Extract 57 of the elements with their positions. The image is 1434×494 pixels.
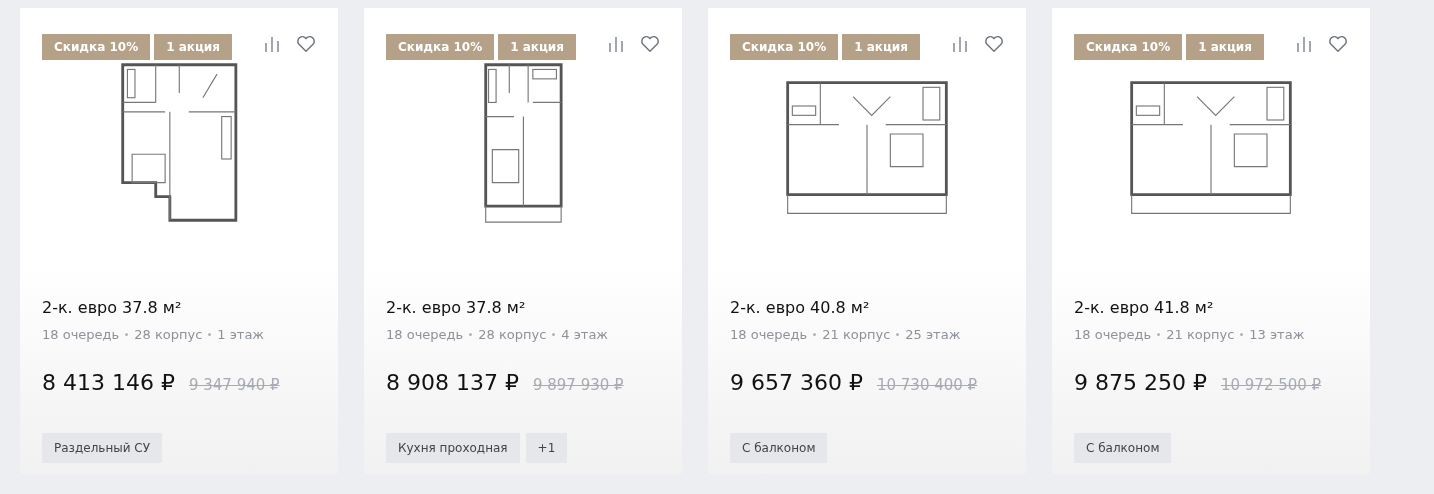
meta-text: 4 этаж	[561, 327, 609, 342]
separator-dot	[552, 333, 556, 336]
meta-text: 25 этаж	[905, 327, 961, 342]
meta-text: 28 корпус	[134, 327, 203, 342]
separator-dot	[208, 333, 212, 336]
compare-icon[interactable]	[262, 34, 282, 54]
old-price: 10 730 400 ₽	[876, 376, 978, 394]
promo-badge: Скидка 10%	[1074, 34, 1183, 60]
feature-tag: Раздельный СУ	[42, 433, 163, 463]
price: 9 875 250 ₽	[1074, 370, 1207, 395]
feature-tag: С балконом	[1074, 433, 1172, 463]
separator-dot	[1157, 333, 1161, 336]
heart-icon[interactable]	[296, 34, 316, 54]
meta-text: 28 корпус	[478, 327, 547, 342]
promo-badge: Скидка 10%	[386, 34, 495, 60]
promo-badge: 1 акция	[498, 34, 576, 60]
promo-badge: Скидка 10%	[730, 34, 839, 60]
apartment-title: 2-к. евро 41.8 м²	[1074, 298, 1215, 317]
meta-text: 21 корпус	[1166, 327, 1235, 342]
price: 9 657 360 ₽	[730, 370, 863, 395]
separator-dot	[469, 333, 473, 336]
promo-badge: 1 акция	[842, 34, 920, 60]
feature-tag: +1	[525, 433, 568, 463]
price: 8 413 146 ₽	[42, 370, 175, 395]
heart-icon[interactable]	[640, 34, 660, 54]
meta-text: 18 очередь	[730, 327, 808, 342]
meta-text: 21 корпус	[822, 327, 891, 342]
price: 8 908 137 ₽	[386, 370, 519, 395]
promo-badge: Скидка 10%	[42, 34, 151, 60]
apartment-title: 2-к. евро 40.8 м²	[730, 298, 871, 317]
separator-dot	[125, 333, 129, 336]
promo-badge: 1 акция	[154, 34, 232, 60]
listing-card[interactable]: Скидка 10% 1 акция 2-к. евро 37.8 м² 18 очередь 28 корпус 4 этаж 8 908 137 ₽ 9 897 930 ₽ Кухня проходная +1	[364, 8, 682, 474]
old-price: 9 347 940 ₽	[188, 376, 280, 394]
separator-dot	[1240, 333, 1244, 336]
heart-icon[interactable]	[1328, 34, 1348, 54]
separator-dot	[896, 333, 900, 336]
separator-dot	[813, 333, 817, 336]
feature-tag: Кухня проходная	[386, 433, 520, 463]
compare-icon[interactable]	[950, 34, 970, 54]
meta-text: 18 очередь	[1074, 327, 1152, 342]
heart-icon[interactable]	[984, 34, 1004, 54]
listing-card[interactable]: Скидка 10% 1 акция 2-к. евро 37.8 м² 18 очередь 28 корпус 1 этаж 8 413 146 ₽ 9 347 940 ₽ Раздельный СУ	[20, 8, 338, 474]
old-price: 10 972 500 ₽	[1220, 376, 1322, 394]
compare-icon[interactable]	[606, 34, 626, 54]
apartment-title: 2-к. евро 37.8 м²	[386, 298, 527, 317]
listing-card[interactable]: Скидка 10% 1 акция 2-к. евро 40.8 м² 18 очередь 21 корпус 25 этаж 9 657 360 ₽ 10 730 400 ₽ С балконом	[708, 8, 1026, 474]
meta-text: 13 этаж	[1249, 327, 1305, 342]
listing-card[interactable]: Скидка 10% 1 акция 2-к. евро 41.8 м² 18 очередь 21 корпус 13 этаж 9 875 250 ₽ 10 972 500 ₽ С балконом	[1052, 8, 1370, 474]
meta-text: 18 очередь	[42, 327, 120, 342]
meta-text: 18 очередь	[386, 327, 464, 342]
apartment-title: 2-к. евро 37.8 м²	[42, 298, 183, 317]
old-price: 9 897 930 ₽	[532, 376, 624, 394]
compare-icon[interactable]	[1294, 34, 1314, 54]
feature-tag: С балконом	[730, 433, 828, 463]
meta-text: 1 этаж	[217, 327, 265, 342]
promo-badge: 1 акция	[1186, 34, 1264, 60]
